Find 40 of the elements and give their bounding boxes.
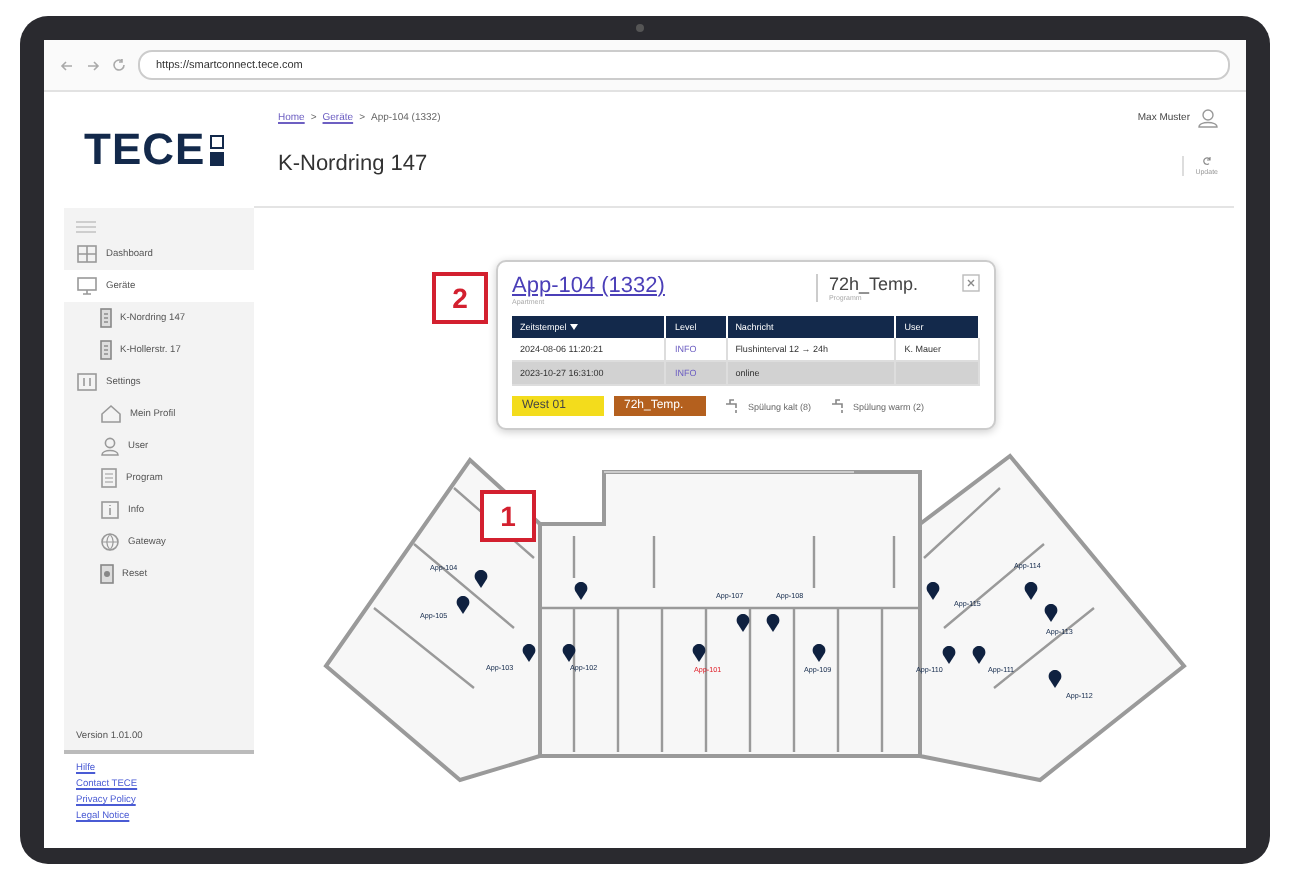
map-pin-icon[interactable] (926, 582, 940, 600)
dashboard-icon (76, 244, 98, 264)
monitor-icon (76, 276, 98, 296)
map-pin-icon[interactable] (474, 570, 488, 588)
map-pin-icon[interactable] (812, 644, 826, 662)
device-icon (100, 308, 112, 328)
faucet-icon (724, 398, 742, 414)
document-icon (100, 468, 118, 488)
logo-mark-icon (209, 134, 224, 166)
device-icon (100, 340, 112, 360)
map-pin-icon[interactable] (562, 644, 576, 662)
close-icon[interactable] (962, 274, 980, 292)
user-icon (100, 436, 120, 456)
info-icon (100, 500, 120, 520)
map-pin-icon[interactable] (972, 646, 986, 664)
map-pin-icon[interactable] (1044, 604, 1058, 622)
map-pin-icon[interactable] (1048, 670, 1062, 688)
map-pin-icon[interactable] (692, 644, 706, 662)
callout-number: 1 (480, 490, 536, 542)
globe-icon (100, 532, 120, 552)
map-pin-icon[interactable] (522, 644, 536, 662)
program-name: 72h_Temp. (828, 274, 918, 294)
map-pin-icon[interactable] (1024, 582, 1038, 600)
sort-caret-icon[interactable] (570, 324, 579, 330)
map-pin-icon[interactable] (766, 614, 780, 632)
map-pin-icon[interactable] (456, 596, 470, 614)
house-icon (100, 404, 122, 424)
page-title: K-Nordring 147 (278, 152, 428, 176)
map-pin-icon[interactable] (574, 582, 588, 600)
logo-text: TECE (84, 124, 206, 176)
device-icon (100, 564, 114, 584)
user-icon[interactable] (1198, 108, 1218, 128)
apartment-link[interactable]: App-104 (1332) (512, 274, 817, 298)
map-pin-icon[interactable] (942, 646, 956, 664)
callout-number: 2 (432, 272, 488, 324)
camera-icon (636, 24, 644, 32)
faucet-icon (829, 398, 848, 414)
settings-icon (76, 372, 98, 392)
refresh-icon[interactable] (1201, 156, 1212, 166)
map-pin-icon[interactable] (736, 614, 750, 632)
